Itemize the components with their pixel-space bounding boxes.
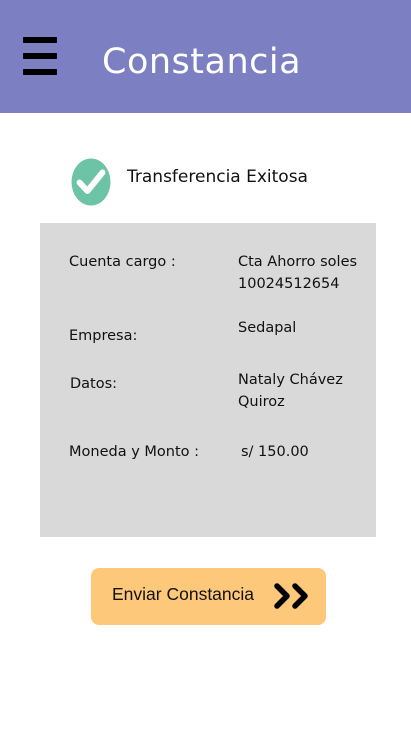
hamburger-menu-icon[interactable]	[23, 37, 57, 75]
transfer-details-card: Cuenta cargo : Cta Ahorro soles 10024512…	[40, 223, 376, 537]
transfer-status: Transferencia Exitosa	[71, 158, 371, 206]
label-datos: Datos:	[70, 376, 118, 392]
page-title: Constancia	[102, 42, 302, 82]
menu-bar-bottom	[23, 69, 57, 75]
check-circle-icon	[71, 158, 111, 206]
menu-bar-middle	[23, 53, 57, 59]
value-cuenta-cargo-type: Cta Ahorro soles	[238, 254, 358, 270]
double-chevron-right-icon	[274, 583, 308, 609]
send-receipt-label: Enviar Constancia	[112, 584, 255, 604]
send-receipt-button[interactable]: Enviar Constancia	[91, 568, 326, 625]
value-cuenta-cargo-number: 10024512654	[238, 276, 340, 292]
label-cuenta-cargo: Cuenta cargo :	[69, 254, 176, 270]
status-text: Transferencia Exitosa	[127, 167, 308, 187]
constancia-screen: Constancia Transferencia Exitosa Cuenta …	[0, 0, 411, 731]
label-empresa: Empresa:	[69, 328, 138, 344]
menu-bar-top	[23, 37, 57, 43]
value-datos-line1: Nataly Chávez	[238, 372, 343, 388]
value-empresa: Sedapal	[238, 320, 297, 336]
value-datos-line2: Quiroz	[238, 394, 285, 410]
value-moneda-monto: s/ 150.00	[241, 444, 309, 460]
label-moneda-monto: Moneda y Monto :	[69, 444, 200, 460]
app-bar: Constancia	[0, 0, 411, 113]
